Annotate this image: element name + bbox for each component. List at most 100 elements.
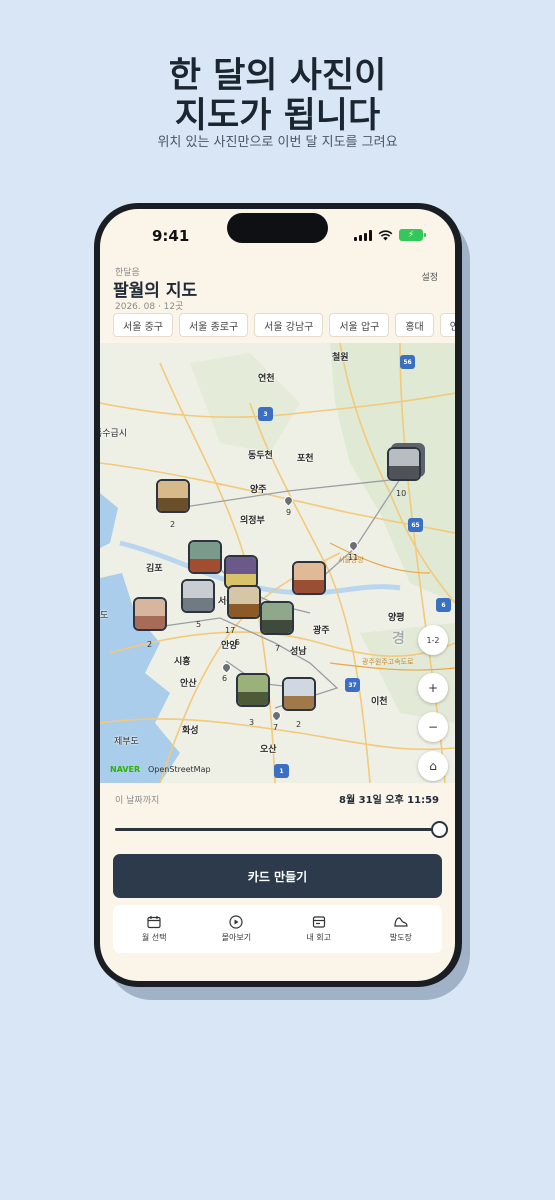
tab-label: 발도장 xyxy=(389,933,412,942)
pin-count: 10 xyxy=(396,489,407,498)
tab-label: 월 선택 xyxy=(141,933,167,942)
map-label: 시흥 xyxy=(174,657,191,667)
photo-thumbnail xyxy=(294,579,324,593)
route-shield: 37 xyxy=(345,678,360,692)
dynamic-island xyxy=(227,213,328,243)
photo-thumbnail xyxy=(158,497,188,511)
photo-pin[interactable] xyxy=(224,555,258,589)
signal-icon xyxy=(354,229,372,241)
region-chip[interactable]: 서울 종로구 xyxy=(178,313,249,337)
route-shield: 65 xyxy=(408,518,423,532)
zoom-out-button[interactable]: − xyxy=(418,712,448,742)
pin-count: 9 xyxy=(286,508,292,517)
photo-thumbnail xyxy=(238,675,268,692)
photo-thumbnail xyxy=(229,587,259,604)
hero-title-line1: 한 달의 사진이 xyxy=(168,56,387,96)
map-label: 성남 xyxy=(290,647,307,657)
make-card-button[interactable]: 카드 만들기 xyxy=(113,854,442,898)
settings-button[interactable]: 설정 xyxy=(421,270,438,283)
photo-pin[interactable] xyxy=(227,585,261,619)
photo-pin[interactable] xyxy=(292,561,326,595)
region-chip[interactable]: 연남 xyxy=(439,313,455,337)
hero-subtitle: 위치 있는 사진만으로 이번 달 지도를 그려요 xyxy=(157,135,398,150)
photo-thumbnail xyxy=(262,603,292,620)
pin-count: 7 xyxy=(273,723,279,732)
pin-count: 5 xyxy=(235,638,241,647)
pin-count: 7 xyxy=(275,644,281,653)
photo-pin[interactable] xyxy=(188,540,222,574)
map-label: 철원 xyxy=(332,353,349,363)
footprint-icon xyxy=(393,915,409,929)
route-shield: 6 xyxy=(436,598,451,612)
road-label: 광주원주고속도로 xyxy=(362,658,414,666)
timeline-slider-track[interactable] xyxy=(115,828,440,831)
pin-count: 6 xyxy=(222,674,228,683)
route-shield: 1 xyxy=(274,764,289,778)
route-shield: 56 xyxy=(400,355,415,369)
tab-my-review[interactable]: 내 회고 xyxy=(278,905,360,953)
map-label: 포천 xyxy=(297,454,314,464)
pin-count: 17 xyxy=(225,626,236,635)
map-label: 도 xyxy=(100,611,109,621)
photo-thumbnail xyxy=(226,557,256,574)
photo-pin[interactable] xyxy=(282,677,316,711)
photo-thumbnail xyxy=(183,581,213,598)
photo-thumbnail xyxy=(190,542,220,559)
photo-thumbnail xyxy=(190,558,220,572)
naver-logo: NAVER xyxy=(110,765,141,774)
phone-screen: 9:41 ⚡ 한달음 팔월의 지도 2026. 08 · 12곳 설정 서울 중… xyxy=(100,209,455,981)
map-label: 광주 xyxy=(313,626,330,636)
photo-pin[interactable] xyxy=(260,601,294,635)
tab-label: 몰아보기 xyxy=(221,933,252,942)
photo-thumbnail xyxy=(284,679,314,696)
photo-thumbnail xyxy=(135,615,165,629)
tab-slideshow[interactable]: 몰아보기 xyxy=(195,905,277,953)
photo-thumbnail xyxy=(389,465,419,479)
region-chips: 서울 중구 서울 종로구 서울 강남구 서울 압구 홍대 연남 xyxy=(113,313,455,338)
photo-pin[interactable] xyxy=(133,597,167,631)
map-label: 안산 xyxy=(180,679,197,689)
photo-thumbnail xyxy=(229,603,259,617)
tab-label: 내 회고 xyxy=(306,933,331,942)
pin-count: 11 xyxy=(348,553,359,562)
status-time: 9:41 xyxy=(152,227,190,245)
map-label: 동두천 xyxy=(248,451,273,461)
map-label: 제부도 xyxy=(114,737,139,747)
photo-pin[interactable] xyxy=(387,447,421,481)
map-label: 양주 xyxy=(250,485,267,495)
photo-pin[interactable] xyxy=(181,579,215,613)
zoom-in-button[interactable]: + xyxy=(418,673,448,703)
photo-pin[interactable] xyxy=(236,673,270,707)
bottom-tab-bar: 월 선택 몰아보기 내 회고 발도장 xyxy=(113,905,442,953)
region-chip[interactable]: 서울 강남구 xyxy=(254,313,324,337)
home-icon[interactable]: ⌂ xyxy=(418,751,448,781)
photo-map[interactable]: 철원 연천 동두천 포천 양주 의정부 김포 서울 광주 양평 시흥 안산 성남… xyxy=(100,343,455,783)
pin-count: 2 xyxy=(296,720,302,729)
region-chip[interactable]: 서울 압구 xyxy=(329,313,390,337)
map-label: 오산 xyxy=(260,745,277,755)
card-icon xyxy=(311,915,327,929)
slider-caption: 이 날짜까지 xyxy=(115,796,160,806)
pin-count: 5 xyxy=(196,620,202,629)
hero-title: 한 달의 사진이 지도가 됩니다 xyxy=(0,56,555,136)
photo-thumbnail xyxy=(284,695,314,709)
battery-charging-icon: ⚡ xyxy=(399,229,426,241)
wifi-icon xyxy=(378,229,393,240)
region-chip[interactable]: 서울 중구 xyxy=(113,313,173,337)
hero-title-line2: 지도가 됩니다 xyxy=(174,96,381,136)
tab-month-select[interactable]: 월 선택 xyxy=(113,905,195,953)
map-label: 연천 xyxy=(258,374,275,384)
photo-thumbnail xyxy=(135,599,165,616)
zoom-level-indicator[interactable]: 1-2 xyxy=(418,625,448,655)
pin-count: 2 xyxy=(147,640,153,649)
map-label: 김포 xyxy=(146,564,163,574)
map-label: 이천 xyxy=(371,697,388,707)
page-title: 팔월의 지도 xyxy=(113,281,198,301)
slider-value: 8월 31일 오후 11:59 xyxy=(339,795,439,806)
photo-thumbnail xyxy=(238,691,268,705)
timeline-slider-handle[interactable] xyxy=(431,821,448,838)
tab-footprint[interactable]: 발도장 xyxy=(360,905,442,953)
date-range: 2026. 08 · 12곳 xyxy=(115,302,184,312)
region-chip[interactable]: 홍대 xyxy=(395,313,434,337)
photo-pin[interactable] xyxy=(156,479,190,513)
